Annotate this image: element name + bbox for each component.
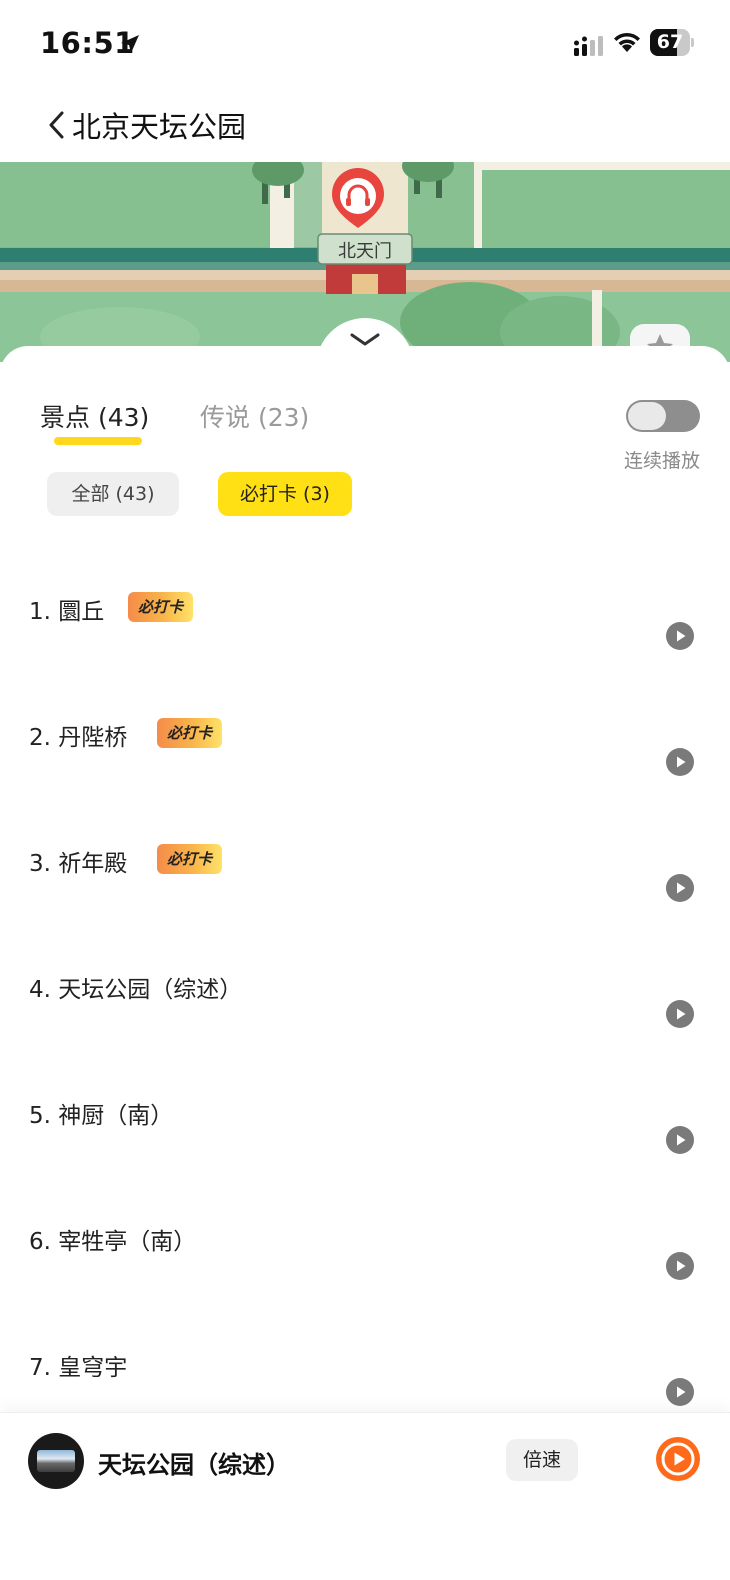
list-item[interactable]: 2. 丹陛桥 必打卡 (0, 718, 730, 844)
tab-legends[interactable]: 传说 (23) (200, 398, 309, 434)
battery-indicator: 67 (650, 29, 694, 56)
play-icon[interactable] (666, 1252, 694, 1280)
active-tab-indicator (54, 437, 142, 445)
nav-bar: 北京天坛公园 (0, 90, 730, 162)
toggle-knob (628, 402, 666, 430)
now-playing-title: 天坛公园（综述） (98, 1451, 290, 1479)
audio-player-bar: 天坛公园（综述） 倍速 (0, 1412, 730, 1580)
status-bar: 16:51 67 (0, 0, 730, 90)
cellular-signal-icon (574, 36, 603, 56)
list-item[interactable]: 5. 神厨（南） (0, 1096, 730, 1222)
item-title: 5. 神厨（南） (29, 1103, 174, 1129)
back-chevron-icon[interactable] (44, 108, 72, 142)
item-title: 7. 皇穹宇 (29, 1355, 128, 1381)
item-title: 6. 宰牲亭（南） (29, 1229, 197, 1255)
play-icon[interactable] (666, 748, 694, 776)
item-title: 2. 丹陛桥 (29, 725, 128, 751)
location-arrow-icon (121, 35, 139, 53)
play-icon[interactable] (666, 1378, 694, 1406)
tab-attractions[interactable]: 景点 (43) (40, 398, 149, 434)
play-icon[interactable] (666, 1000, 694, 1028)
wifi-icon (614, 32, 640, 52)
battery-percent: 67 (656, 31, 684, 53)
play-pause-icon[interactable] (656, 1437, 700, 1481)
list-item[interactable]: 6. 宰牲亭（南） (0, 1222, 730, 1348)
page-title: 北京天坛公园 (72, 110, 247, 144)
must-visit-badge: 必打卡 (157, 844, 222, 874)
must-visit-badge: 必打卡 (157, 718, 222, 748)
playback-speed-button[interactable]: 倍速 (506, 1439, 578, 1481)
item-title: 3. 祈年殿 (29, 851, 128, 877)
map-marker-label: 北天门 (338, 241, 392, 262)
list-item[interactable]: 3. 祈年殿 必打卡 (0, 844, 730, 970)
item-title: 1. 圜丘 (29, 599, 105, 625)
chevron-down-icon (350, 333, 380, 346)
list-item[interactable]: 1. 圜丘 必打卡 (0, 592, 730, 718)
play-icon[interactable] (666, 874, 694, 902)
play-icon[interactable] (666, 1126, 694, 1154)
filter-chip-all[interactable]: 全部 (43) (47, 472, 179, 516)
must-visit-badge: 必打卡 (128, 592, 193, 622)
continuous-play-toggle[interactable] (626, 400, 700, 432)
play-icon[interactable] (666, 622, 694, 650)
list-item[interactable]: 4. 天坛公园（综述） (0, 970, 730, 1096)
continuous-play-label: 连续播放 (624, 450, 701, 472)
filter-chip-must-visit[interactable]: 必打卡 (3) (218, 472, 352, 516)
item-title: 4. 天坛公园（综述） (29, 977, 243, 1003)
track-thumbnail (28, 1433, 84, 1489)
